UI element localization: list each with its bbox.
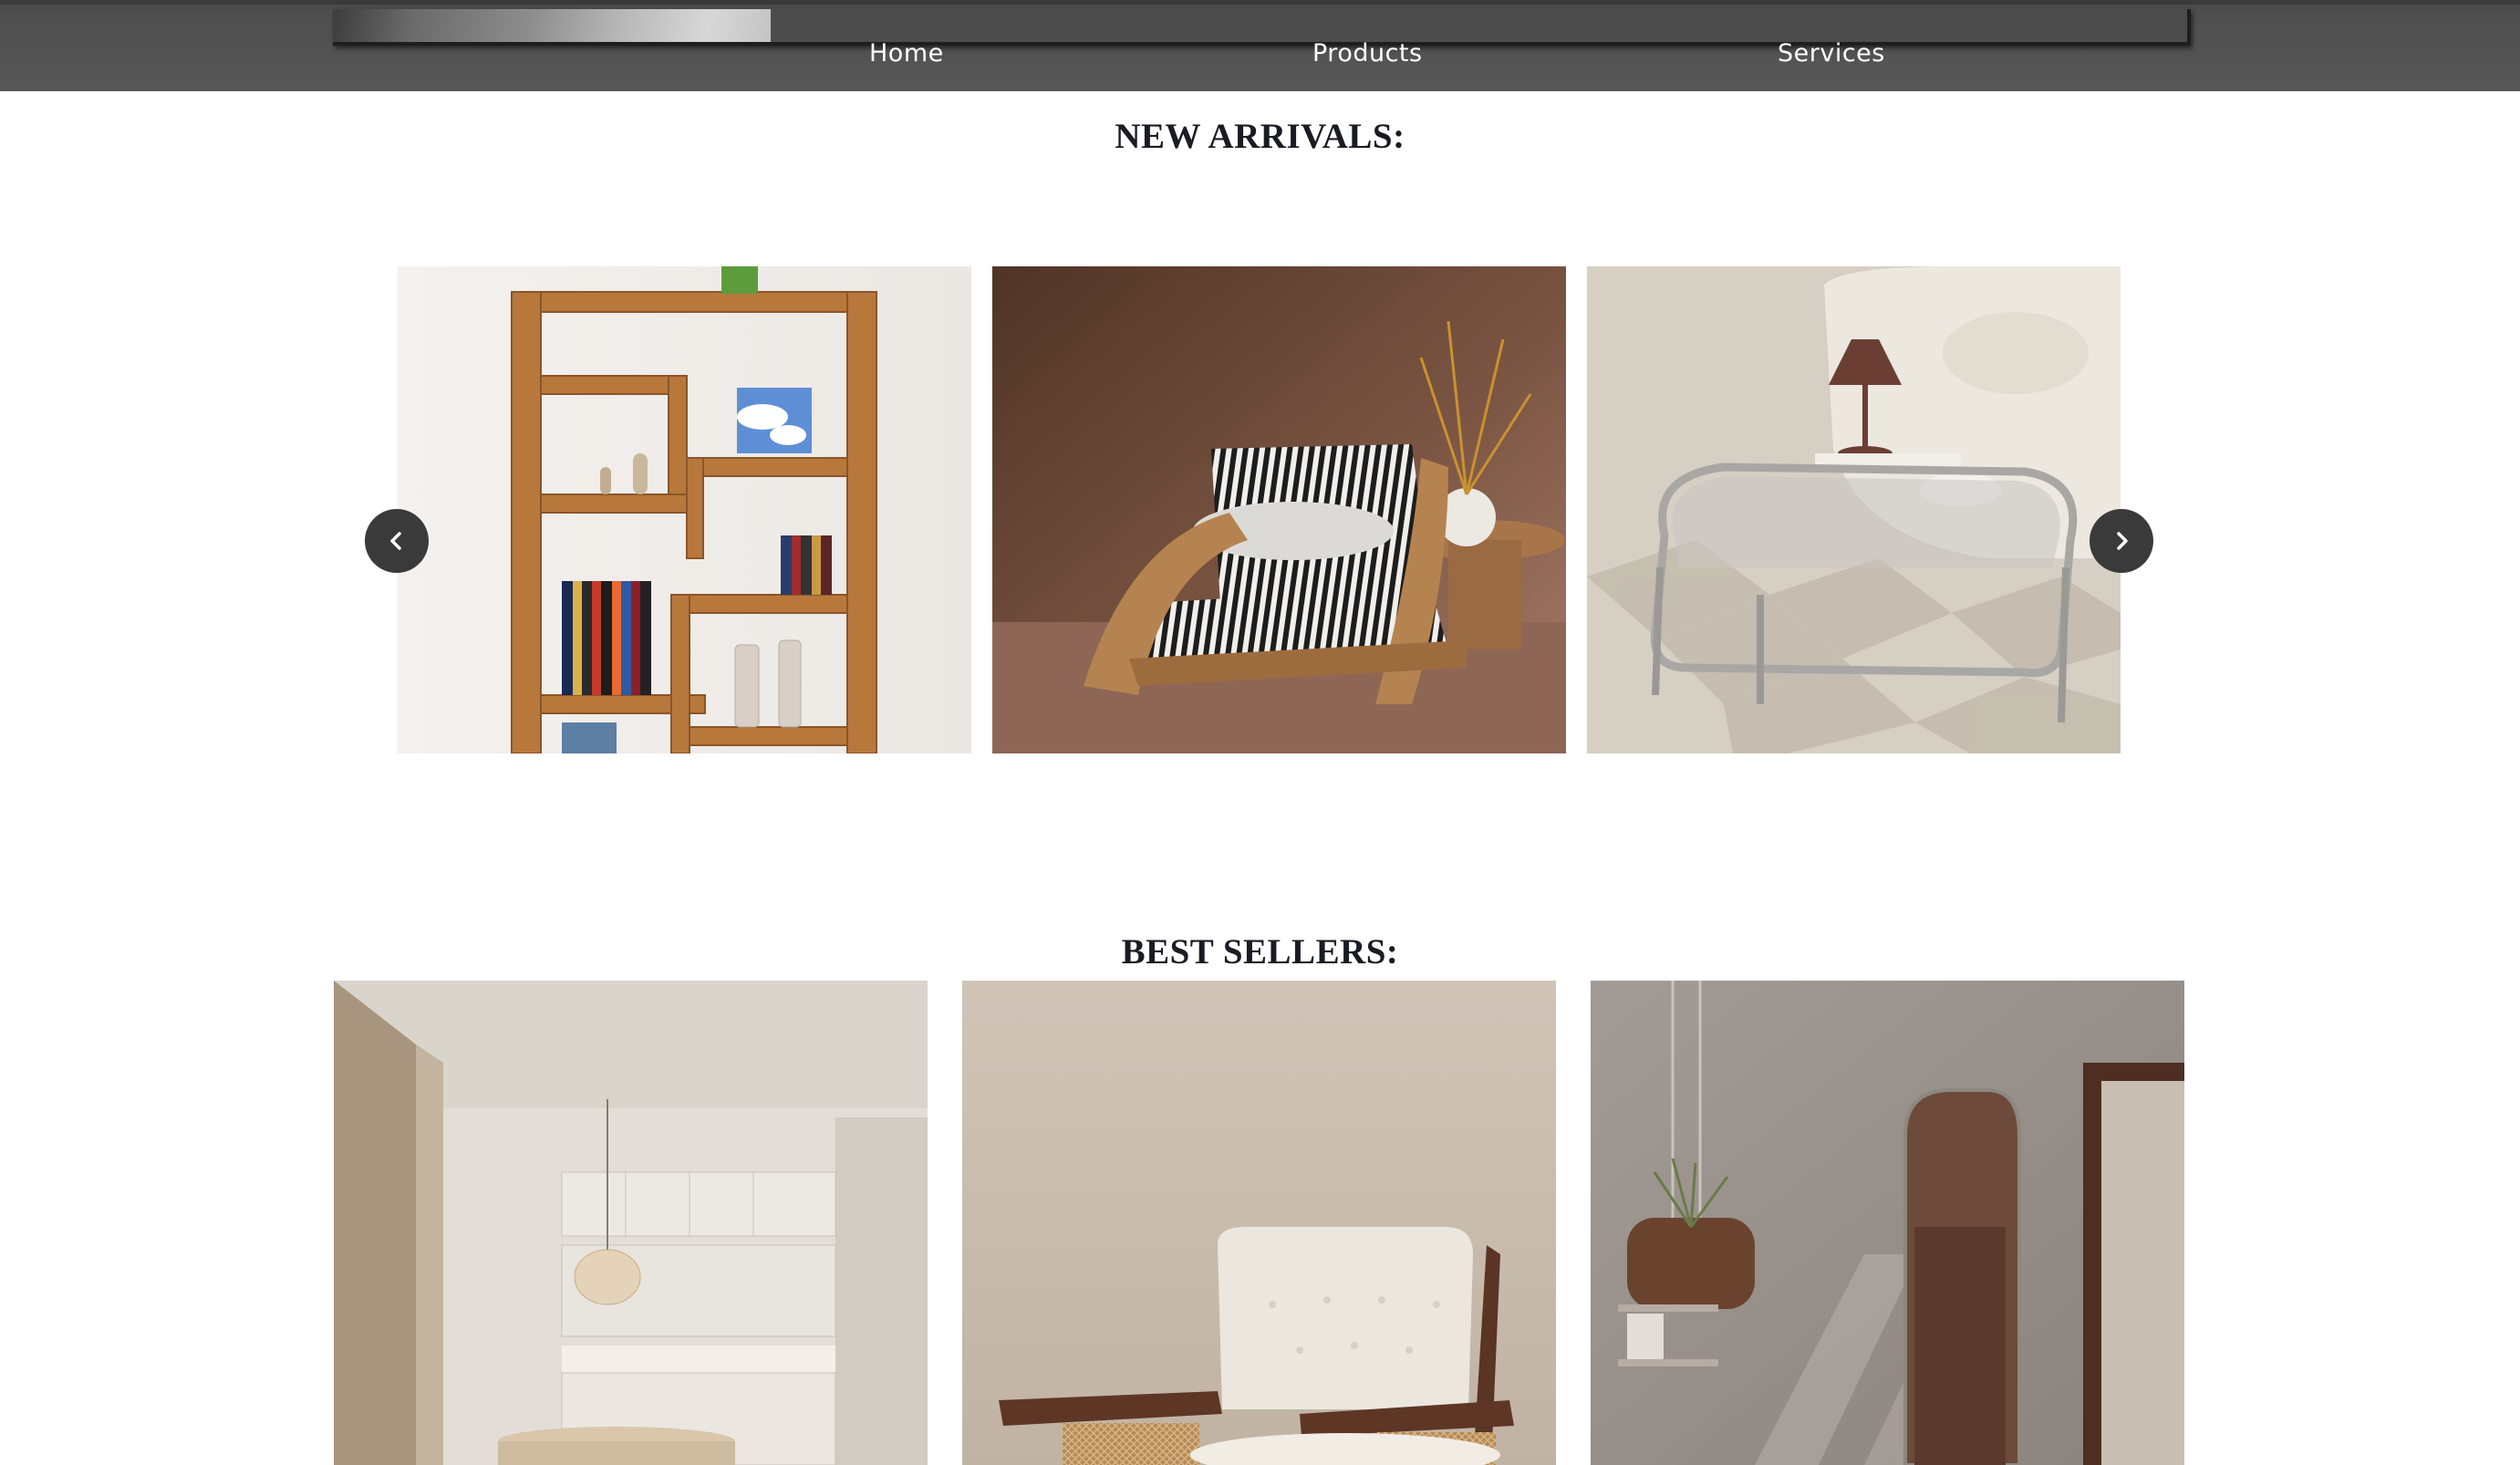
cane-armchair-image — [962, 981, 1556, 1465]
nav-link-products[interactable]: Products — [1312, 39, 1423, 68]
glass-coffee-table-image — [1587, 266, 2121, 753]
carousel-next-button[interactable] — [2090, 509, 2153, 573]
carousel-item-bookshelf[interactable] — [398, 266, 971, 753]
carousel-item-armchair[interactable] — [992, 266, 1566, 753]
carousel-prev-button[interactable] — [365, 509, 429, 573]
striped-armchair-image — [992, 266, 1566, 753]
kitchen-interior-image — [334, 981, 928, 1465]
hero-thumbnail-image — [333, 9, 771, 42]
chevron-right-icon — [2117, 532, 2128, 550]
nav-link-home[interactable]: Home — [869, 39, 944, 68]
carousel-item-coffee-table[interactable] — [1587, 266, 2121, 753]
hero-banner-strip — [333, 9, 2191, 46]
new-arrivals-title: NEW ARRIVALS: — [1115, 117, 1405, 156]
best-seller-item-hallway[interactable] — [1591, 981, 2184, 1465]
best-seller-item-kitchen[interactable] — [334, 981, 928, 1465]
hallway-mirror-image — [1591, 981, 2184, 1465]
bookshelf-image — [398, 266, 971, 753]
navbar: Home Products Services — [0, 0, 2520, 91]
best-sellers-title: BEST SELLERS: — [1121, 932, 1399, 971]
nav-link-services[interactable]: Services — [1778, 39, 1885, 68]
chevron-left-icon — [390, 532, 401, 550]
best-seller-item-armchair[interactable] — [962, 981, 1556, 1465]
